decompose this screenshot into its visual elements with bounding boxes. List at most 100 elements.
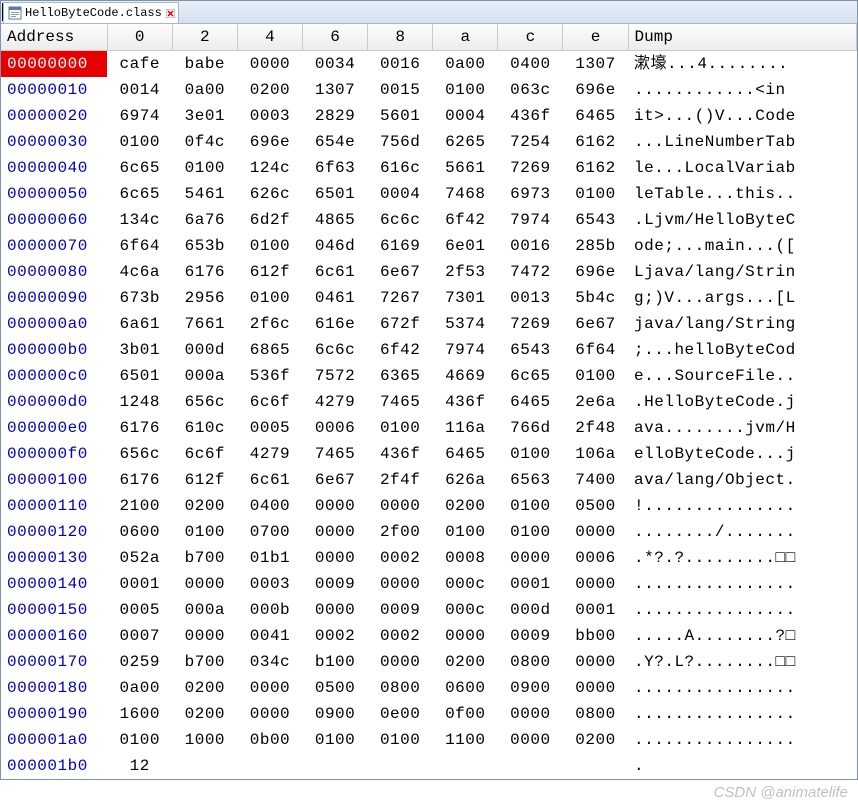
hex-cell[interactable]: 7472: [498, 259, 563, 285]
hex-cell[interactable]: 000d: [172, 337, 237, 363]
hex-cell[interactable]: 0600: [107, 519, 172, 545]
hex-cell[interactable]: 0000: [237, 701, 302, 727]
dump-cell[interactable]: .HelloByteCode.j: [628, 389, 856, 415]
hex-cell[interactable]: 626c: [237, 181, 302, 207]
address-cell[interactable]: 00000090: [1, 285, 107, 311]
hex-cell[interactable]: 7267: [368, 285, 433, 311]
hex-cell[interactable]: 7661: [172, 311, 237, 337]
dump-cell[interactable]: .....A........?□: [628, 623, 856, 649]
hex-cell[interactable]: 0003: [237, 571, 302, 597]
hex-cell[interactable]: 7468: [433, 181, 498, 207]
hex-cell[interactable]: 0200: [172, 701, 237, 727]
address-cell[interactable]: 000000c0: [1, 363, 107, 389]
hex-cell[interactable]: 4865: [303, 207, 368, 233]
hex-cell[interactable]: 7254: [498, 129, 563, 155]
hex-cell[interactable]: 6169: [368, 233, 433, 259]
dump-cell[interactable]: elloByteCode...j: [628, 441, 856, 467]
hex-cell[interactable]: [368, 753, 433, 779]
header-col-e[interactable]: e: [563, 24, 628, 51]
dump-cell[interactable]: .: [628, 753, 856, 779]
hex-cell[interactable]: 0009: [368, 597, 433, 623]
hex-cell[interactable]: 0000: [563, 519, 628, 545]
hex-cell[interactable]: [498, 753, 563, 779]
hex-cell[interactable]: 0002: [303, 623, 368, 649]
hex-cell[interactable]: 696e: [563, 259, 628, 285]
hex-cell[interactable]: 0000: [498, 545, 563, 571]
hex-cell[interactable]: 0200: [563, 727, 628, 753]
hex-cell[interactable]: 0041: [237, 623, 302, 649]
hex-cell[interactable]: 673b: [107, 285, 172, 311]
table-row[interactable]: 0000012006000100070000002f00010001000000…: [1, 519, 857, 545]
dump-cell[interactable]: ................: [628, 597, 856, 623]
hex-cell[interactable]: 0000: [563, 675, 628, 701]
address-cell[interactable]: 00000080: [1, 259, 107, 285]
address-cell[interactable]: 000000e0: [1, 415, 107, 441]
hex-cell[interactable]: 0000: [368, 571, 433, 597]
hex-cell[interactable]: 0000: [368, 649, 433, 675]
dump-cell[interactable]: ava/lang/Object.: [628, 467, 856, 493]
address-cell[interactable]: 000000f0: [1, 441, 107, 467]
hex-cell[interactable]: 6c65: [107, 155, 172, 181]
dump-cell[interactable]: .Y?.L?........□□: [628, 649, 856, 675]
hex-cell[interactable]: 0800: [498, 649, 563, 675]
hex-cell[interactable]: 0000: [563, 649, 628, 675]
hex-cell[interactable]: 0000: [498, 701, 563, 727]
table-row[interactable]: 00000000cafebabe0000003400160a0004001307…: [1, 51, 857, 78]
hex-cell[interactable]: 0000: [303, 597, 368, 623]
hex-cell[interactable]: 0800: [563, 701, 628, 727]
hex-cell[interactable]: 0005: [107, 597, 172, 623]
hex-cell[interactable]: 5661: [433, 155, 498, 181]
hex-cell[interactable]: 0900: [498, 675, 563, 701]
hex-cell[interactable]: 0100: [433, 77, 498, 103]
hex-cell[interactable]: 0b00: [237, 727, 302, 753]
dump-cell[interactable]: ................: [628, 571, 856, 597]
dump-cell[interactable]: 漱壕...4........: [628, 51, 856, 78]
hex-cell[interactable]: [433, 753, 498, 779]
hex-cell[interactable]: 0100: [368, 727, 433, 753]
hex-cell[interactable]: 0700: [237, 519, 302, 545]
hex-cell[interactable]: 116a: [433, 415, 498, 441]
hex-cell[interactable]: 7301: [433, 285, 498, 311]
hex-cell[interactable]: 6a61: [107, 311, 172, 337]
dump-cell[interactable]: ;...helloByteCod: [628, 337, 856, 363]
hex-cell[interactable]: 6974: [107, 103, 172, 129]
hex-cell[interactable]: 000b: [237, 597, 302, 623]
hex-cell[interactable]: 134c: [107, 207, 172, 233]
hex-cell[interactable]: 6e01: [433, 233, 498, 259]
hex-cell[interactable]: 1307: [303, 77, 368, 103]
hex-cell[interactable]: 0013: [498, 285, 563, 311]
hex-cell[interactable]: 536f: [237, 363, 302, 389]
address-cell[interactable]: 00000040: [1, 155, 107, 181]
hex-cell[interactable]: 5601: [368, 103, 433, 129]
hex-cell[interactable]: 4669: [433, 363, 498, 389]
address-cell[interactable]: 00000050: [1, 181, 107, 207]
hex-cell[interactable]: 610c: [172, 415, 237, 441]
table-row[interactable]: 000000804c6a6176612f6c616e672f537472696e…: [1, 259, 857, 285]
hex-cell[interactable]: 6162: [563, 155, 628, 181]
hex-cell[interactable]: 626a: [433, 467, 498, 493]
hex-cell[interactable]: 0100: [498, 519, 563, 545]
header-col-6[interactable]: 6: [303, 24, 368, 51]
table-row[interactable]: 00000130052ab70001b100000002000800000006…: [1, 545, 857, 571]
dump-cell[interactable]: ................: [628, 701, 856, 727]
dump-cell[interactable]: .Ljvm/HelloByteC: [628, 207, 856, 233]
hex-cell[interactable]: 696e: [563, 77, 628, 103]
hex-cell[interactable]: b700: [172, 649, 237, 675]
header-col-0[interactable]: 0: [107, 24, 172, 51]
hex-cell[interactable]: 0100: [303, 727, 368, 753]
hex-cell[interactable]: 0100: [107, 129, 172, 155]
address-cell[interactable]: 00000100: [1, 467, 107, 493]
table-row[interactable]: 000001a0010010000b0001000100110000000200…: [1, 727, 857, 753]
address-cell[interactable]: 00000160: [1, 623, 107, 649]
hex-cell[interactable]: 672f: [368, 311, 433, 337]
hex-cell[interactable]: 6162: [563, 129, 628, 155]
table-row[interactable]: 000000e06176610c000500060100116a766d2f48…: [1, 415, 857, 441]
hex-cell[interactable]: 6f64: [107, 233, 172, 259]
hex-cell[interactable]: 3b01: [107, 337, 172, 363]
hex-cell[interactable]: 0200: [237, 77, 302, 103]
hex-cell[interactable]: 0100: [498, 493, 563, 519]
hex-cell[interactable]: 046d: [303, 233, 368, 259]
hex-cell[interactable]: 0200: [433, 493, 498, 519]
table-row[interactable]: 000001800a000200000005000800060009000000…: [1, 675, 857, 701]
table-row[interactable]: 000000b03b01000d68656c6c6f42797465436f64…: [1, 337, 857, 363]
